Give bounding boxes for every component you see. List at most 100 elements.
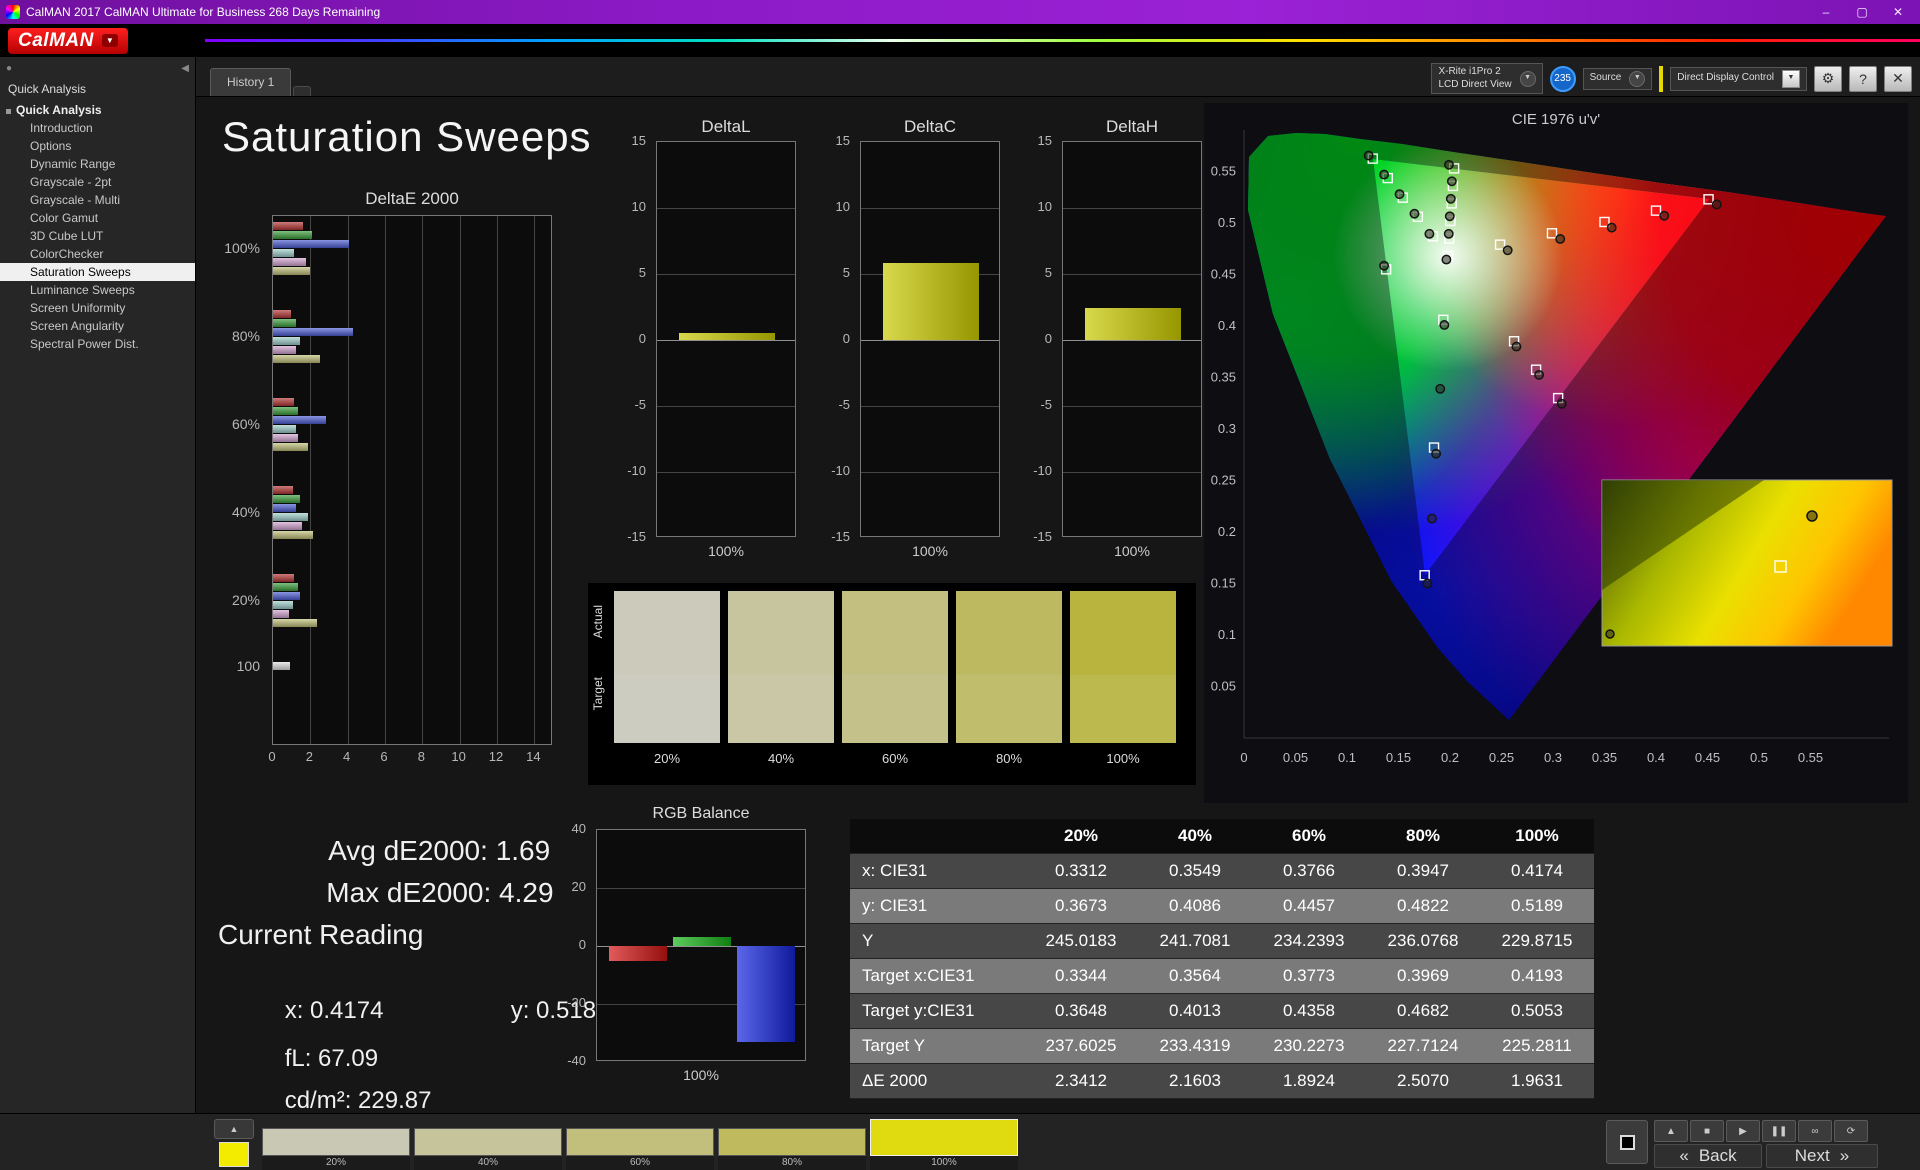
sidebar-item-screen-angularity[interactable]: Screen Angularity — [0, 317, 195, 335]
cie-measured-marker — [1431, 448, 1442, 459]
pattern-button-label: 20% — [262, 1156, 410, 1170]
deltae-bar-80-blue — [273, 328, 354, 336]
cie-tick-label: 0.15 — [1211, 576, 1236, 591]
results-cell: 0.3969 — [1397, 966, 1449, 985]
sidebar-item-grayscale-2pt[interactable]: Grayscale - 2pt — [0, 173, 195, 191]
pattern-button-100[interactable]: 100% — [870, 1119, 1018, 1170]
titlebar: CalMAN 2017 CalMAN Ultimate for Business… — [0, 0, 1920, 24]
swatch-label-20: 20% — [653, 751, 681, 766]
cie-tick-label: 0.4 — [1218, 318, 1236, 333]
loop-button[interactable]: ∞ — [1798, 1120, 1832, 1142]
deltae-x-tick: 12 — [488, 749, 504, 764]
results-cell: 237.6025 — [1045, 1036, 1117, 1055]
sidebar-item-color-gamut[interactable]: Color Gamut — [0, 209, 195, 227]
settings-button[interactable]: ⚙ — [1814, 65, 1842, 92]
tab-history-1[interactable]: History 1 — [210, 68, 292, 96]
sidebar-root-quick-analysis[interactable]: Quick Analysis — [0, 101, 195, 119]
sidebar-item-colorchecker[interactable]: ColorChecker — [0, 245, 195, 263]
deltae-x-tick: 2 — [305, 749, 313, 764]
pattern-collapse-button[interactable]: ▲ — [214, 1119, 254, 1139]
deltae-bar-20-red — [273, 574, 295, 582]
sidebar-item-dynamic-range[interactable]: Dynamic Range — [0, 155, 195, 173]
pattern-button-20[interactable]: 20% — [262, 1128, 410, 1170]
deltae-gridline — [347, 216, 349, 744]
sidebar-item-introduction[interactable]: Introduction — [0, 119, 195, 137]
sidebar-item-luminance-sweeps[interactable]: Luminance Sweeps — [0, 281, 195, 299]
results-cell: 0.4174 — [1511, 861, 1563, 880]
rgb-y-tick: -20 — [567, 995, 586, 1010]
rgb-plot — [596, 829, 806, 1061]
up-arrow-icon: ▲ — [1666, 1125, 1676, 1137]
calman-menu-button[interactable]: ▼ — [101, 34, 119, 47]
cie-tick-label: 0.4 — [1647, 750, 1665, 765]
deltae-xaxis: 0 2 4 6 8 10 12 14 — [224, 749, 564, 767]
meter-selector[interactable]: X-Rite i1Pro 2 LCD Direct View ▼ — [1431, 63, 1543, 94]
swatch-color-80 — [956, 591, 1062, 743]
cie-tick-label: 0.15 — [1386, 750, 1411, 765]
current-pattern-chip[interactable] — [219, 1142, 249, 1167]
rgb-y-tick: -40 — [567, 1053, 586, 1068]
deltal-gridline — [657, 472, 795, 473]
deltac-y-tick: 5 — [842, 265, 850, 280]
source-selector[interactable]: Source ▼ — [1582, 67, 1653, 90]
content: History 1 X-Rite i1Pro 2 LCD Direct View… — [196, 57, 1920, 1113]
deltac-y-tick: -5 — [838, 397, 850, 412]
pause-button[interactable]: ❚❚ — [1762, 1120, 1796, 1142]
meter-dropdown-icon[interactable]: ▼ — [1519, 70, 1536, 87]
results-cell: 0.3648 — [1055, 1001, 1107, 1020]
close-panel-button[interactable]: ✕ — [1884, 65, 1912, 92]
results-cell: 0.4682 — [1397, 1001, 1449, 1020]
pattern-button-80[interactable]: 80% — [718, 1128, 866, 1170]
sidebar-item-screen-uniformity[interactable]: Screen Uniformity — [0, 299, 195, 317]
swatch-label-40: 40% — [767, 751, 795, 766]
deltae-group-label: 100 — [236, 657, 260, 674]
pattern-window-button[interactable] — [1606, 1120, 1648, 1164]
sidebar-item-3d-cube-lut[interactable]: 3D Cube LUT — [0, 227, 195, 245]
deltah-gridline — [1063, 208, 1201, 209]
refresh-button[interactable]: ⟳ — [1834, 1120, 1868, 1142]
sidebar-item-spectral-power-dist[interactable]: Spectral Power Dist. — [0, 335, 195, 353]
minimize-button[interactable]: – — [1808, 0, 1844, 24]
close-button[interactable]: ✕ — [1880, 0, 1916, 24]
source-dropdown-icon[interactable]: ▼ — [1629, 70, 1646, 87]
pattern-swatch-60 — [566, 1128, 714, 1156]
results-row-y-cie31: y: CIE31 0.3673 0.4086 0.4457 0.4822 0.5189 — [850, 889, 1594, 924]
display-control-dropdown-icon[interactable]: ▼ — [1782, 69, 1800, 88]
sidebar-item-saturation-sweeps[interactable]: Saturation Sweeps — [0, 263, 195, 281]
sidebar-item-options[interactable]: Options — [0, 137, 195, 155]
deltae-bar-20-blue — [273, 592, 301, 600]
pattern-button-label: 100% — [870, 1156, 1018, 1170]
play-button[interactable]: ▶ — [1726, 1120, 1760, 1142]
back-button[interactable]: « Back — [1654, 1144, 1762, 1168]
deltac-plot — [860, 141, 1000, 537]
stop-button[interactable]: ■ — [1690, 1120, 1724, 1142]
help-icon: ? — [1859, 70, 1867, 87]
results-table-header: 20% 40% 60% 80% 100% — [850, 819, 1594, 854]
help-button[interactable]: ? — [1849, 65, 1877, 92]
pattern-button-60[interactable]: 60% — [566, 1128, 714, 1170]
deltah-y-tick: -10 — [1033, 463, 1052, 478]
calman-logo[interactable]: CalMAN ▼ — [8, 27, 129, 54]
display-control-selector[interactable]: Direct Display Control ▼ — [1670, 66, 1807, 91]
rgb-balance-chart: RGB Balance 40 20 0 -20 -40 100% — [552, 805, 822, 1105]
pattern-button-40[interactable]: 40% — [414, 1128, 562, 1170]
deltah-gridline — [1063, 406, 1201, 407]
results-header-cell: 40% — [1177, 826, 1213, 845]
results-cell: 0.5053 — [1511, 1001, 1563, 1020]
results-cell: 2.3412 — [1055, 1071, 1107, 1090]
sidebar-collapse-icon[interactable]: ◀ — [181, 63, 189, 74]
deltac-gridline — [861, 472, 999, 473]
up-arrow-button[interactable]: ▲ — [1654, 1120, 1688, 1142]
maximize-button[interactable]: ▢ — [1844, 0, 1880, 24]
sidebar-item-grayscale-multi[interactable]: Grayscale - Multi — [0, 191, 195, 209]
cie-tick-label: 0.55 — [1211, 164, 1236, 179]
results-cell: 0.3564 — [1169, 966, 1221, 985]
deltah-y-tick: -15 — [1033, 529, 1052, 544]
cie-tick-label: 0.2 — [1218, 524, 1236, 539]
cie-measured-marker — [1422, 578, 1433, 589]
deltah-title: DeltaH — [1106, 117, 1158, 136]
deltac-y-tick: 15 — [835, 133, 850, 148]
back-chevron-icon: « — [1679, 1146, 1689, 1165]
next-button[interactable]: Next » — [1766, 1144, 1878, 1168]
tab-stub[interactable] — [293, 86, 312, 96]
